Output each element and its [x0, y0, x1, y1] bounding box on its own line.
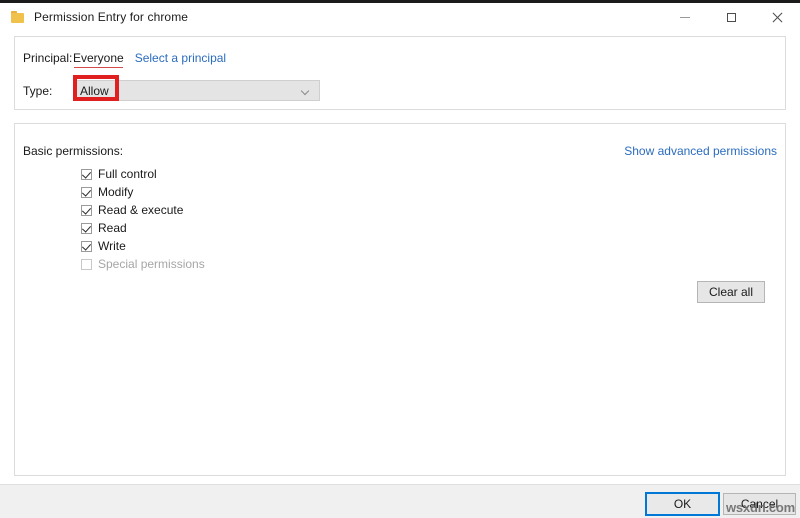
principal-row: Principal: Everyone Select a principal	[23, 51, 226, 68]
checkbox-modify[interactable]	[81, 186, 92, 198]
type-dropdown[interactable]: Allow	[73, 80, 320, 101]
permission-row[interactable]: Read	[81, 219, 205, 237]
chevron-down-icon	[302, 88, 310, 93]
clear-all-button[interactable]: Clear all	[697, 281, 765, 303]
permission-label: Read & execute	[98, 203, 184, 217]
type-label: Type:	[23, 83, 53, 98]
basic-permissions-panel: Basic permissions: Show advanced permiss…	[14, 123, 786, 476]
ok-button[interactable]: OK	[645, 492, 720, 516]
permission-checkbox-list: Full control Modify Read & execute Read Writ…	[81, 165, 205, 273]
cancel-button[interactable]: Cancel	[723, 493, 796, 515]
permission-label: Write	[98, 239, 126, 253]
type-row: Type: Allow	[23, 80, 320, 101]
checkbox-read-execute[interactable]	[81, 204, 92, 216]
permission-label: Special permissions	[98, 257, 205, 271]
type-dropdown-value: Allow	[80, 83, 109, 98]
permission-row[interactable]: Modify	[81, 183, 205, 201]
permission-row: Special permissions	[81, 255, 205, 273]
principal-value: Everyone	[73, 51, 124, 68]
permission-label: Full control	[98, 167, 157, 181]
checkbox-special-permissions	[81, 258, 92, 270]
show-advanced-permissions-link[interactable]: Show advanced permissions	[624, 144, 777, 158]
permission-label: Read	[98, 221, 127, 235]
permission-row[interactable]: Write	[81, 237, 205, 255]
permission-label: Modify	[98, 185, 134, 199]
checkbox-read[interactable]	[81, 222, 92, 234]
maximize-icon[interactable]	[708, 3, 754, 31]
permission-row[interactable]: Full control	[81, 165, 205, 183]
permission-row[interactable]: Read & execute	[81, 201, 205, 219]
permission-entry-dialog: Permission Entry for chrome Principal: E…	[0, 3, 800, 518]
dialog-footer: OK Cancel	[0, 485, 800, 518]
close-icon[interactable]	[754, 3, 800, 31]
minimize-icon[interactable]	[662, 3, 708, 31]
checkbox-full-control[interactable]	[81, 168, 92, 180]
title-bar: Permission Entry for chrome	[0, 3, 800, 31]
principal-label: Principal:	[23, 51, 73, 65]
window-title: Permission Entry for chrome	[34, 10, 189, 24]
basic-permissions-heading: Basic permissions:	[23, 144, 124, 158]
principal-panel: Principal: Everyone Select a principal T…	[14, 36, 786, 110]
select-a-principal-link[interactable]: Select a principal	[135, 51, 226, 65]
folder-icon	[11, 11, 25, 23]
checkbox-write[interactable]	[81, 240, 92, 252]
